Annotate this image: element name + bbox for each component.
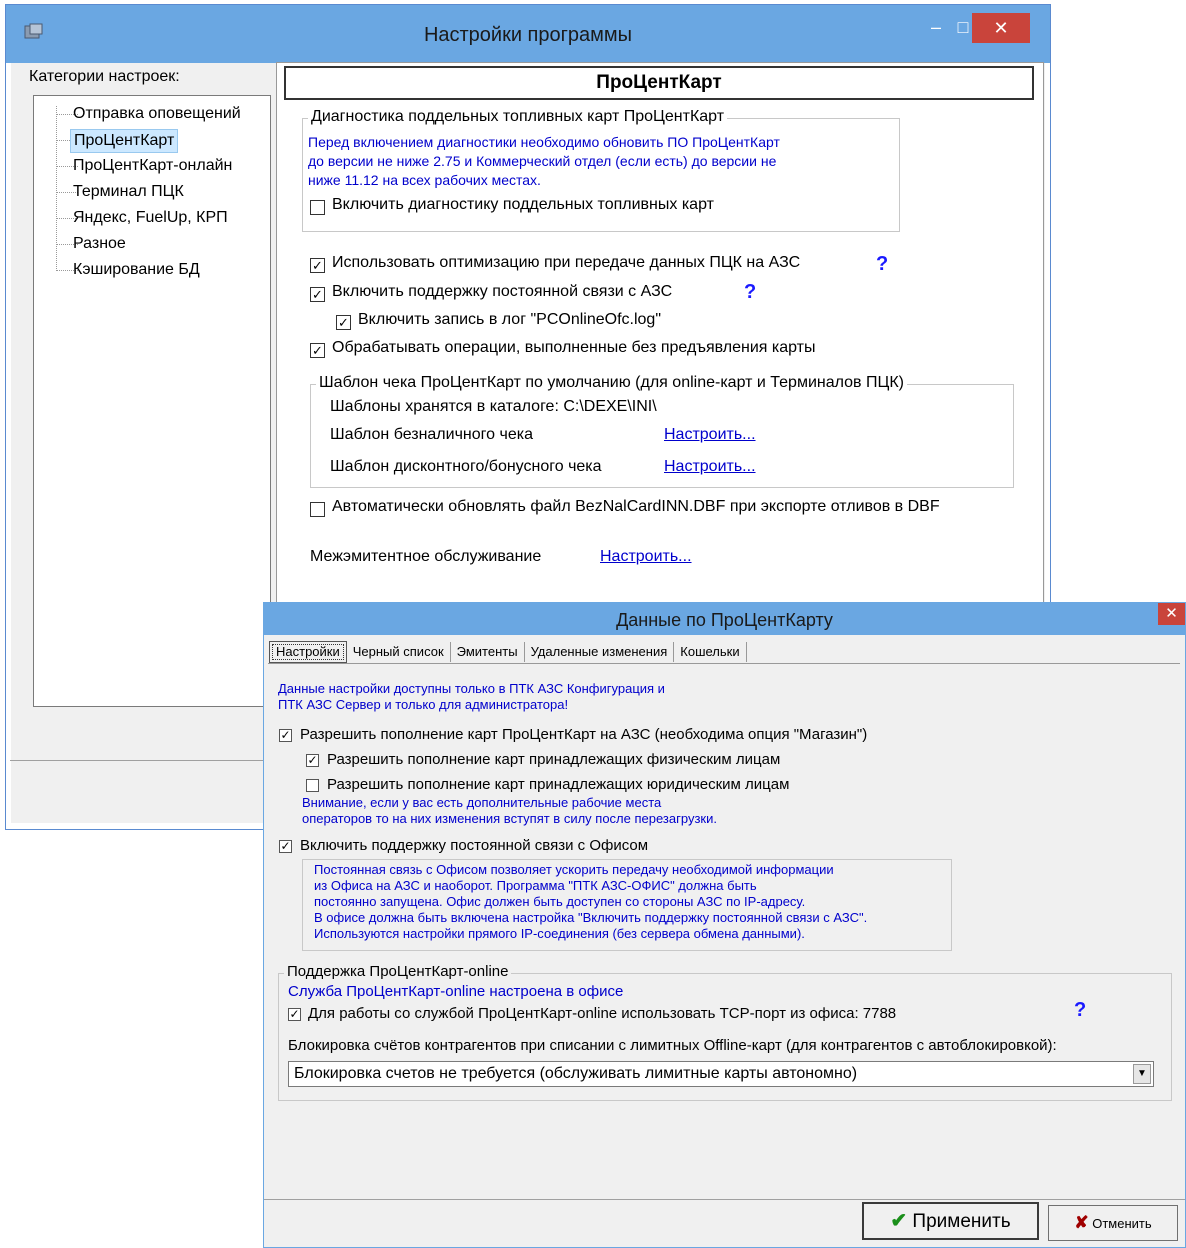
blocking-select[interactable]: Блокировка счетов не требуется (обслужив…: [288, 1061, 1154, 1087]
warning-note-1: Внимание, если у вас есть дополнительные…: [302, 795, 662, 810]
admin-note-2: ПТК АЗС Сервер и только для администрато…: [278, 697, 569, 712]
dialog-close-button[interactable]: ✕: [1158, 603, 1185, 625]
fake-cards-note-1: Перед включением диагностики необходимо …: [308, 134, 780, 150]
blocking-select-value: Блокировка счетов не требуется (обслужив…: [294, 1065, 858, 1082]
allow-topup-checkbox[interactable]: ✓: [279, 729, 292, 742]
configure-inter-emitter-link[interactable]: Настроить...: [600, 548, 692, 566]
tree-item-yandex[interactable]: Яндекс, FuelUp, КРП: [70, 207, 231, 229]
blocking-label: Блокировка счётов контрагентов при списа…: [288, 1037, 1057, 1054]
tab-blacklist[interactable]: Черный список: [347, 642, 451, 662]
fake-cards-checkbox-label: Включить диагностику поддельных топливны…: [332, 196, 714, 213]
auto-update-checkbox[interactable]: [310, 502, 325, 517]
tree-item-misc[interactable]: Разное: [70, 233, 129, 255]
office-note-2: из Офиса на АЗС и наоборот. Программа "П…: [314, 878, 757, 893]
office-note-5: Используются настройки прямого IP-соедин…: [314, 926, 805, 941]
fake-cards-checkbox[interactable]: [310, 200, 325, 215]
office-note-1: Постоянная связь с Офисом позволяет уско…: [314, 862, 834, 877]
admin-note-1: Данные настройки доступны только в ПТК А…: [278, 681, 665, 696]
window-title: Настройки программы: [423, 24, 633, 46]
tab-bar: Настройки Черный список Эмитенты Удаленные …: [269, 641, 747, 663]
tcp-port-label: Для работы со службой ПроЦентКарт-online…: [308, 1005, 897, 1022]
help-icon[interactable]: ?: [1074, 999, 1086, 1022]
configure-cashless-link[interactable]: Настроить...: [664, 426, 756, 444]
tab-remote-changes[interactable]: Удаленные изменения: [525, 642, 675, 662]
auto-update-label: Автоматически обновлять файл BezNalCardI…: [332, 498, 940, 515]
allow-legal-checkbox[interactable]: [306, 779, 319, 792]
panel-header: ПроЦентКарт: [284, 66, 1034, 100]
tree-item-notifications[interactable]: Отправка оповещений: [70, 103, 244, 125]
panel-header-title: ПроЦентКарт: [596, 72, 722, 93]
chevron-down-icon[interactable]: ▼: [1133, 1064, 1151, 1084]
tree-item-terminal[interactable]: Терминал ПЦК: [70, 181, 187, 203]
tree-connector: [56, 106, 57, 271]
log-label: Включить запись в лог "PCOnlineOfc.log": [358, 311, 661, 328]
tree-item-db-cache[interactable]: Кэширование БД: [70, 259, 203, 281]
cancel-button-label: Отменить: [1092, 1216, 1152, 1231]
tree-item-procentcard[interactable]: ПроЦентКарт: [70, 129, 179, 153]
office-note-4: В офисе должна быть включена настройка "…: [314, 910, 868, 925]
fake-cards-note-3: ниже 11.12 на всех рабочих местах.: [308, 172, 541, 188]
footer-divider: [264, 1199, 1185, 1200]
check-icon: ✔: [890, 1210, 908, 1232]
warning-note-2: операторов то на них изменения вступят в…: [302, 811, 717, 826]
close-button[interactable]: ✕: [972, 13, 1030, 43]
help-icon[interactable]: ?: [876, 253, 888, 276]
cashless-template-label: Шаблон безналичного чека: [330, 426, 533, 443]
discount-template-label: Шаблон дисконтного/бонусного чека: [330, 458, 602, 475]
categories-label: Категории настроек:: [29, 68, 180, 85]
cross-icon: ✘: [1074, 1213, 1089, 1232]
tab-settings[interactable]: Настройки: [269, 641, 347, 663]
tree-item-procentcard-online[interactable]: ПроЦентКарт-онлайн: [70, 155, 235, 177]
template-path-label: Шаблоны хранятся в каталоге: C:\DEXE\INI…: [330, 398, 657, 415]
dialog-title: Данные по ПроЦентКарту: [616, 610, 833, 630]
tcp-port-checkbox[interactable]: ✓: [288, 1008, 301, 1021]
fake-cards-group-title: Диагностика поддельных топливных карт Пр…: [308, 108, 728, 126]
configure-discount-link[interactable]: Настроить...: [664, 458, 756, 476]
allow-individuals-checkbox[interactable]: ✓: [306, 754, 319, 767]
allow-topup-label: Разрешить пополнение карт ПроЦентКарт на…: [300, 726, 868, 743]
apply-button[interactable]: ✔ Применить: [862, 1202, 1039, 1240]
cancel-button[interactable]: ✘ Отменить: [1048, 1205, 1178, 1241]
help-icon[interactable]: ?: [744, 281, 756, 304]
allow-individuals-label: Разрешить пополнение карт принадлежащих …: [327, 751, 781, 768]
office-connection-checkbox[interactable]: ✓: [279, 840, 292, 853]
optimization-label: Использовать оптимизацию при передаче да…: [332, 254, 801, 271]
tab-emitters[interactable]: Эмитенты: [451, 642, 525, 662]
tab-underline: [268, 663, 1180, 664]
online-service-status: Служба ПроЦентКарт-online настроена в оф…: [288, 983, 624, 1000]
apply-button-label: Применить: [912, 1211, 1011, 1232]
constant-connection-label: Включить поддержку постоянной связи с АЗ…: [332, 283, 673, 300]
title-bar[interactable]: Настройки программы – □ ✕: [6, 5, 1050, 63]
fake-cards-note-2: до версии не ниже 2.75 и Коммерческий от…: [308, 153, 777, 169]
procentcard-dialog: Данные по ПроЦентКарту ✕ Настройки Черный…: [263, 602, 1186, 1248]
log-checkbox[interactable]: ✓: [336, 315, 351, 330]
tab-wallets[interactable]: Кошельки: [674, 642, 747, 662]
inter-emitter-label: Межэмитентное обслуживание: [310, 548, 542, 565]
no-card-label: Обрабатывать операции, выполненные без п…: [332, 339, 816, 356]
allow-legal-label: Разрешить пополнение карт принадлежащих …: [327, 776, 790, 793]
office-connection-label: Включить поддержку постоянной связи с Оф…: [300, 837, 649, 854]
optimization-checkbox[interactable]: ✓: [310, 258, 325, 273]
online-support-group-title: Поддержка ПроЦентКарт-online: [284, 963, 512, 980]
constant-connection-checkbox[interactable]: ✓: [310, 287, 325, 302]
divider: [10, 760, 272, 761]
categories-tree[interactable]: Отправка оповещений ПроЦентКарт ПроЦентК…: [33, 95, 271, 707]
receipt-template-group-title: Шаблон чека ПроЦентКарт по умолчанию (дл…: [316, 374, 907, 392]
dialog-title-bar[interactable]: Данные по ПроЦентКарту: [264, 603, 1185, 635]
no-card-checkbox[interactable]: ✓: [310, 343, 325, 358]
office-note-3: постоянно запущена. Офис должен быть дос…: [314, 894, 806, 909]
